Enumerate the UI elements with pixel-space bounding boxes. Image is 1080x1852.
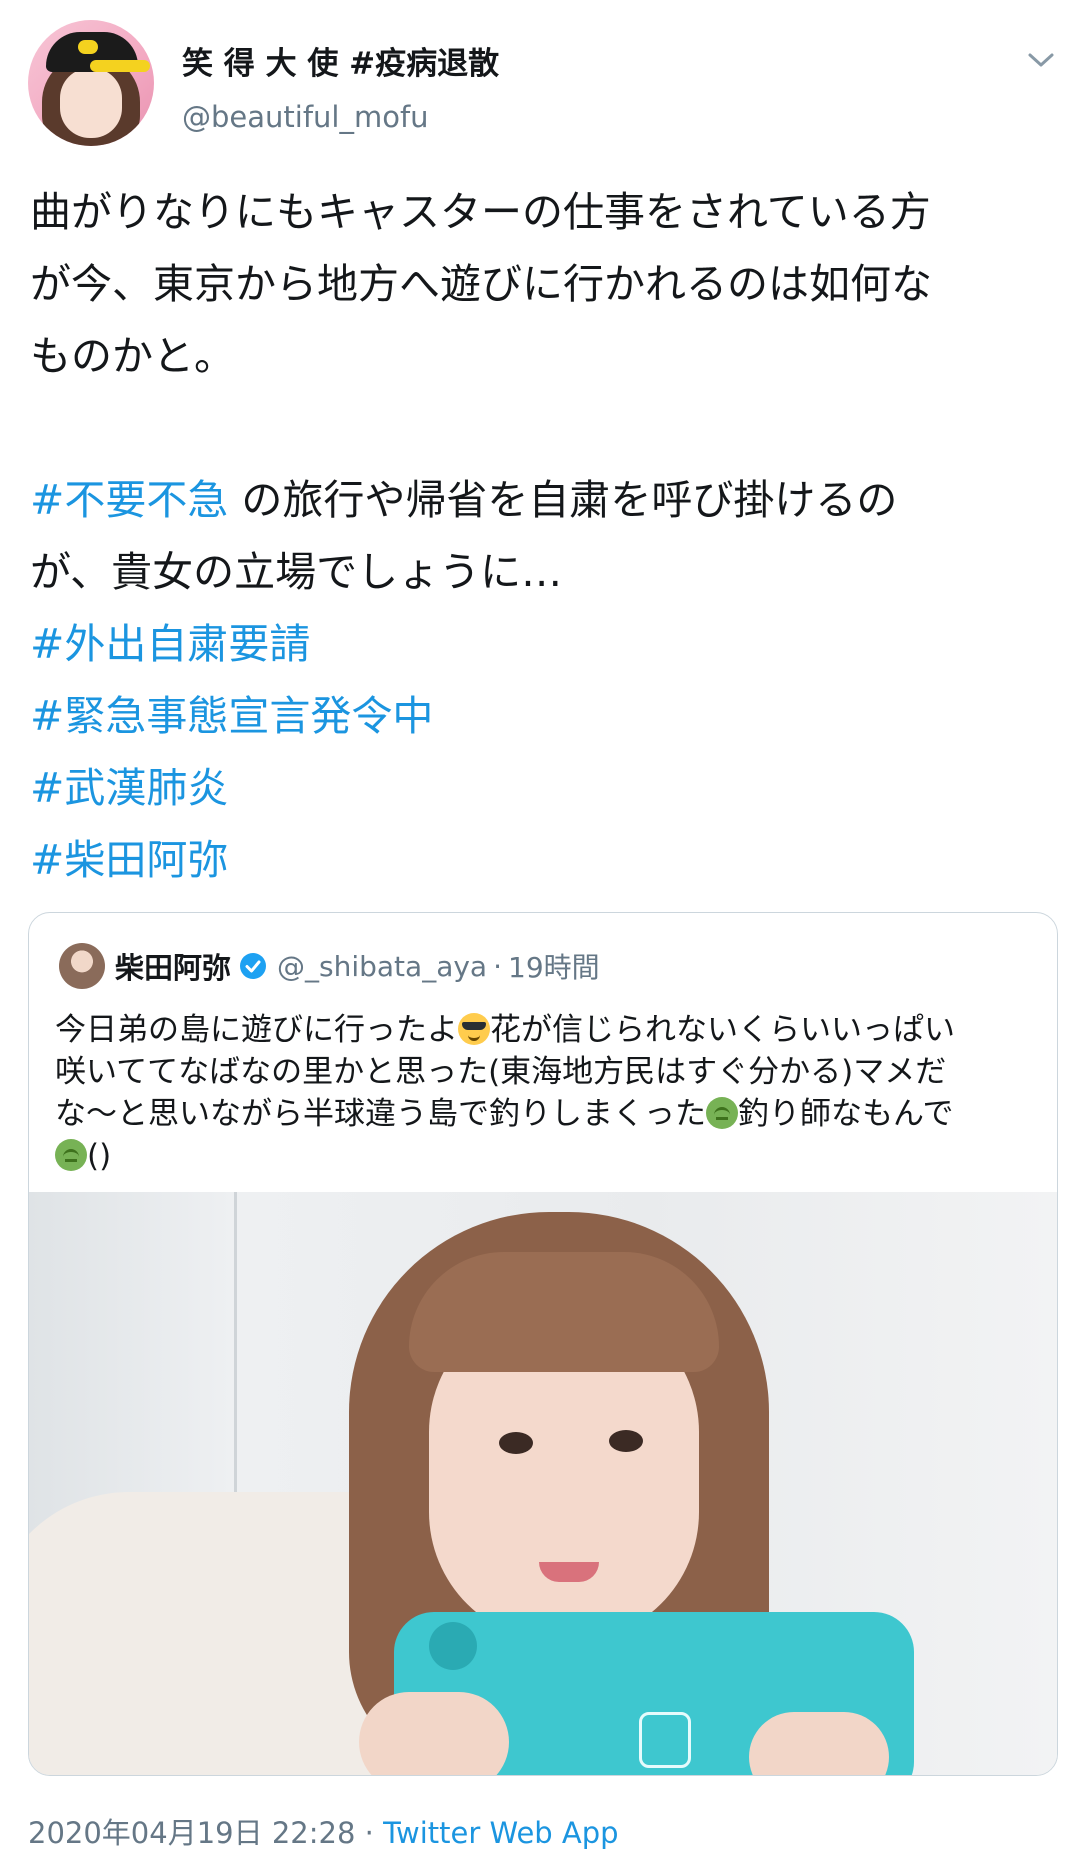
smiling-face-with-sunglasses-icon [458, 1013, 490, 1045]
hashtag-link[interactable]: #緊急事態宣言発令中 [30, 680, 1060, 752]
footer-separator: · [364, 1816, 374, 1850]
quoted-line: な〜と思いながら半球違う島で釣りしまくった 釣り師なもんで [55, 1093, 1035, 1135]
nauseated-face-icon [55, 1139, 87, 1171]
tweet-line: 曲がりなりにもキャスターの仕事をされている方 [30, 188, 931, 236]
chevron-down-icon[interactable] [1024, 48, 1058, 72]
quoted-line: () [55, 1135, 1035, 1177]
author-avatar[interactable] [28, 20, 154, 146]
quoted-line-part: () [87, 1138, 112, 1174]
tweet-line: が今、東京から地方へ遊びに行かれるのは如何な [30, 260, 932, 308]
photo-eye [499, 1432, 533, 1454]
quoted-tweet-time: 19時間 [508, 951, 600, 984]
tweet-line: ものかと。 [30, 332, 235, 380]
photo-hand [359, 1692, 509, 1775]
photo-console-logo [639, 1712, 691, 1768]
photo-hand [749, 1712, 889, 1775]
quoted-line-part: 今日弟の島に遊びに行ったよ [55, 1012, 458, 1048]
quoted-tweet-card[interactable]: 柴田阿弥 @_shibata_aya · 19時間 今日弟の島に遊びに行ったよ花… [28, 912, 1058, 1776]
quoted-author-handle: @_shibata_aya [277, 949, 488, 983]
tweet-line: が、貴女の立場でしょうに… [30, 548, 563, 596]
hashtag-link[interactable]: #不要不急 [30, 476, 228, 524]
tweet-timestamp[interactable]: 2020年04月19日 22:28 [28, 1816, 355, 1850]
quoted-line-part: 花が信じられないくらいいっぱい [490, 1012, 955, 1048]
quoted-tweet-text: 今日弟の島に遊びに行ったよ 花が信じられないくらいいっぱい 咲いててなばなの里かと… [55, 1009, 1035, 1177]
quoted-line-part: 釣り師なもんで [738, 1096, 954, 1132]
tweet-text: 曲がりなりにもキャスターの仕事をされている方 が今、東京から地方へ遊びに行かれる… [30, 176, 1060, 896]
verified-badge-icon [240, 953, 267, 979]
author-display-name[interactable]: 笑 得 大 使 #疫病退散 [182, 38, 499, 83]
tweet-line: #不要不急 の旅行や帰省を自粛を呼び掛けるの [30, 464, 1060, 536]
tweet-footer: 2020年04月19日 22:28 · Twitter Web App [28, 1810, 619, 1852]
hashtag-link[interactable]: #外出自粛要請 [30, 608, 1060, 680]
hashtag-link[interactable]: #武漢肺炎 [30, 752, 1060, 824]
quoted-tweet-header: 柴田阿弥 @_shibata_aya · 19時間 [115, 943, 600, 989]
avatar-cap-logo [78, 40, 98, 54]
quoted-line: 咲いててなばなの里かと思った(東海地方民はすぐ分かる)マメだ [55, 1054, 947, 1090]
nauseated-face-icon [706, 1097, 738, 1129]
header-separator: · [493, 949, 502, 983]
avatar-cap-brim [90, 60, 150, 72]
photo-console-button [429, 1622, 477, 1670]
avatar-face [60, 68, 122, 138]
photo-bangs [409, 1252, 719, 1372]
photo-eye [609, 1430, 643, 1452]
quoted-line-part: な〜と思いながら半球違う島で釣りしまくった [55, 1096, 706, 1132]
tweet-inline-text: の旅行や帰省を自粛を呼び掛けるの [228, 476, 898, 524]
author-handle[interactable]: @beautiful_mofu [182, 100, 429, 134]
source-app-link[interactable]: Twitter Web App [383, 1816, 619, 1850]
quoted-tweet-photo[interactable] [29, 1192, 1057, 1775]
quoted-author-name: 柴田阿弥 [115, 951, 232, 985]
quoted-author-avatar [59, 943, 105, 989]
hashtag-link[interactable]: #柴田阿弥 [30, 824, 1060, 896]
quoted-line: 今日弟の島に遊びに行ったよ 花が信じられないくらいいっぱい [55, 1009, 1035, 1051]
